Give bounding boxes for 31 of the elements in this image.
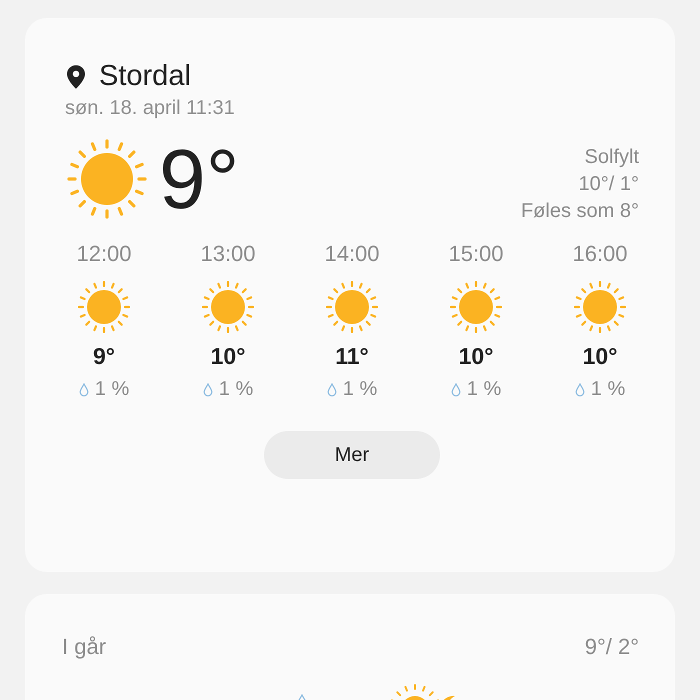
precipitation-chance: 1 % [218,378,254,401]
hour-time: 14:00 [324,241,380,267]
sun-icon [67,138,147,218]
precipitation-chance: 1 % [590,378,626,401]
hour-temperature: 10° [458,343,494,370]
day-label: I går [62,634,106,660]
hour-temperature: 11° [335,343,369,370]
day-temperatures: 9°/ 2° [584,634,639,660]
feels-like-text: Føles som 8° [520,200,639,223]
sun-icon [78,281,130,333]
precipitation-chance: 1 % [466,378,502,401]
sun-icon [574,281,626,333]
current-temperature: 9° [159,136,240,220]
precipitation-chance: 1 % [94,378,130,401]
hour-temperature: 10° [582,343,618,370]
sun-icon [450,281,502,333]
location-name: Stordal [99,60,191,93]
sun-icon [326,281,378,333]
hour-temperature: 9° [93,343,115,370]
more-button[interactable]: Mer [264,431,440,479]
precipitation-chance: 1 % [342,378,378,401]
hour-time: 16:00 [572,241,628,267]
location-pin-icon [67,64,85,88]
hour-time: 13:00 [200,241,256,267]
condition-text: Solfylt [584,146,639,169]
hour-temperature: 10° [210,343,246,370]
hour-time: 15:00 [448,241,504,267]
high-low-temperature: 10°/ 1° [578,173,639,196]
hour-time: 12:00 [76,241,132,267]
date-time: søn. 18. april 11:31 [65,97,236,120]
sun-icon [202,281,254,333]
